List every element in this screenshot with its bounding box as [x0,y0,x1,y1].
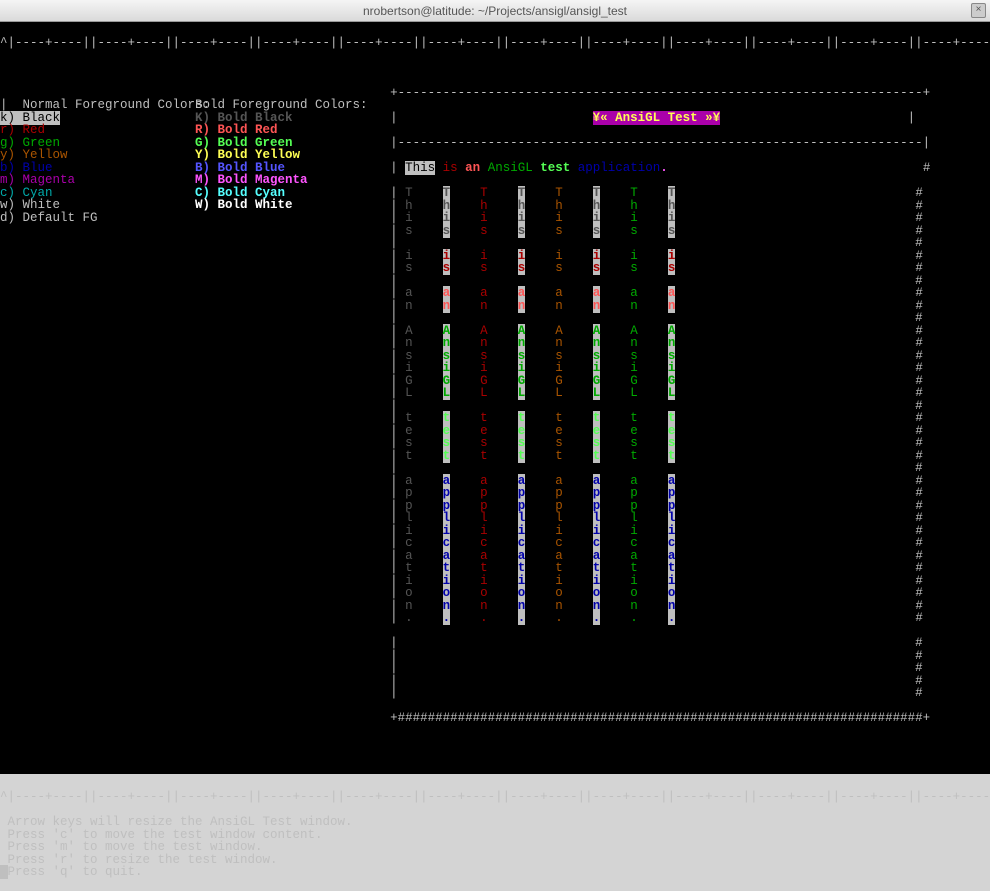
box-fill-row: | # [390,637,930,650]
vgrid-spacer: | # [390,312,930,325]
help-panel: Arrow keys will resize the AnsiGL Test w… [0,816,990,879]
box-fill-row: | # [390,687,930,700]
box-fill: | #| #| [390,637,930,700]
vgrid-spacer: | # [390,462,930,475]
vgrid-row: | i i i i i i i i # [390,362,930,375]
box-title-row: |¥« AnsiGL Test »¥| [390,112,930,125]
sentence-word-2: an [465,161,480,175]
sentence-word-3: AnsiGL [488,161,533,175]
box-bottom: +#######################################… [390,712,930,725]
terminal[interactable]: ^|----+----||----+----||----+----||----+… [0,22,990,774]
cursor [0,865,8,879]
vgrid-row: | s s s s s s s s # [390,437,930,450]
vgrid-row: | T T T T T T T T # [390,187,930,200]
box-top: +---------------------------------------… [390,87,930,100]
color-key-panel: | Normal Foreground Colors: k) Blackr) R… [0,62,390,750]
sentence-row: | This is an AnsiGL test application.# [390,162,930,175]
ruler-line: ^|----+----||----+----||----+----||----+… [0,37,990,50]
vgrid-row: | p p p p p p p p # [390,487,930,500]
vgrid-row: | t t t t t t t t # [390,562,930,575]
box-fill-row: | # [390,662,930,675]
vgrid-row: | a a a a a a a a # [390,287,930,300]
sentence-word-4: test [540,161,570,175]
vgrid-row: | c c c c c c c c # [390,537,930,550]
vgrid-row: | L L L L L L L L # [390,387,930,400]
sentence-word-5: application [578,161,661,175]
help-line-1: Press 'c' to move the test window conten… [0,829,990,842]
sentence-word-6: . [660,161,668,175]
vgrid-row: | . . . . . . . . # [390,612,930,625]
close-icon[interactable]: × [971,3,986,18]
vgrid-row: | n n n n n n n n # [390,337,930,350]
box-sep: |---------------------------------------… [390,137,930,150]
vgrid-row: | o o o o o o o o # [390,587,930,600]
vgrid-spacer: | # [390,237,930,250]
vgrid-row: | l l l l l l l l # [390,512,930,525]
help-line-4: Press 'q' to quit. [0,866,990,879]
window-title: nrobertson@latitude: ~/Projects/ansigl/a… [363,5,627,17]
vgrid-row: | s s s s s s s s # [390,262,930,275]
ruler-line-bottom: ^|----+----||----+----||----+----||----+… [0,791,990,804]
titlebar: nrobertson@latitude: ~/Projects/ansigl/a… [0,0,990,22]
vgrid-row: | t t t t t t t t # [390,412,930,425]
vgrid-row: | i i i i i i i i # [390,212,930,225]
normal-header: Normal Foreground Colors: [23,98,211,112]
help-line-0: Arrow keys will resize the AnsiGL Test w… [0,816,990,829]
bold-color-W: W) Bold White [195,199,390,212]
help-line-2: Press 'm' to move the test window. [0,841,990,854]
normal-color-d: d) Default FG [0,212,195,225]
ansigl-test-window: +---------------------------------------… [390,75,930,750]
sentence-word-0: This [405,161,435,175]
help-line-3: Press 'r' to resize the test window. [0,854,990,867]
sentence-word-1: is [443,161,458,175]
test-window-title: ¥« AnsiGL Test »¥ [593,111,721,125]
